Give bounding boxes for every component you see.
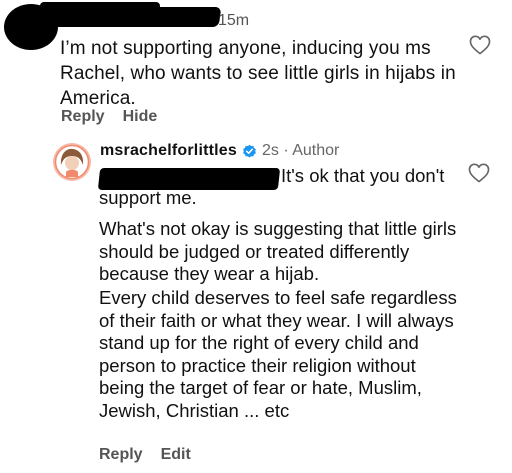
comment-text: I’m not supporting anyone, inducing you … — [60, 38, 456, 109]
comment-actions: Reply Hide — [61, 108, 157, 126]
reply-header: msrachelforlittles 2s · Author — [100, 142, 339, 160]
reply-actions: Reply Edit — [99, 446, 191, 464]
heart-outline-icon[interactable] — [468, 163, 490, 183]
reply-button[interactable]: Reply — [99, 446, 143, 464]
reply-meta: 2s · Author — [261, 142, 340, 159]
reply-first-line: It's ok that you don't support me. — [99, 165, 445, 208]
avatar[interactable] — [53, 143, 91, 181]
username-link[interactable]: msrachelforlittles — [100, 142, 237, 160]
reply-text-first: It's ok that you don't support me. — [99, 165, 459, 209]
reply-paragraph: Every child deserves to feel safe regard… — [99, 287, 457, 421]
hide-button[interactable]: Hide — [123, 108, 158, 126]
edit-button[interactable]: Edit — [161, 446, 191, 464]
reply-paragraph: What's not okay is suggesting that littl… — [99, 218, 457, 284]
verified-badge-icon — [243, 144, 256, 157]
comment-timestamp: 15m — [218, 12, 250, 29]
reply-button[interactable]: Reply — [61, 108, 105, 126]
heart-outline-icon[interactable] — [469, 35, 491, 55]
redacted-username — [28, 7, 222, 27]
